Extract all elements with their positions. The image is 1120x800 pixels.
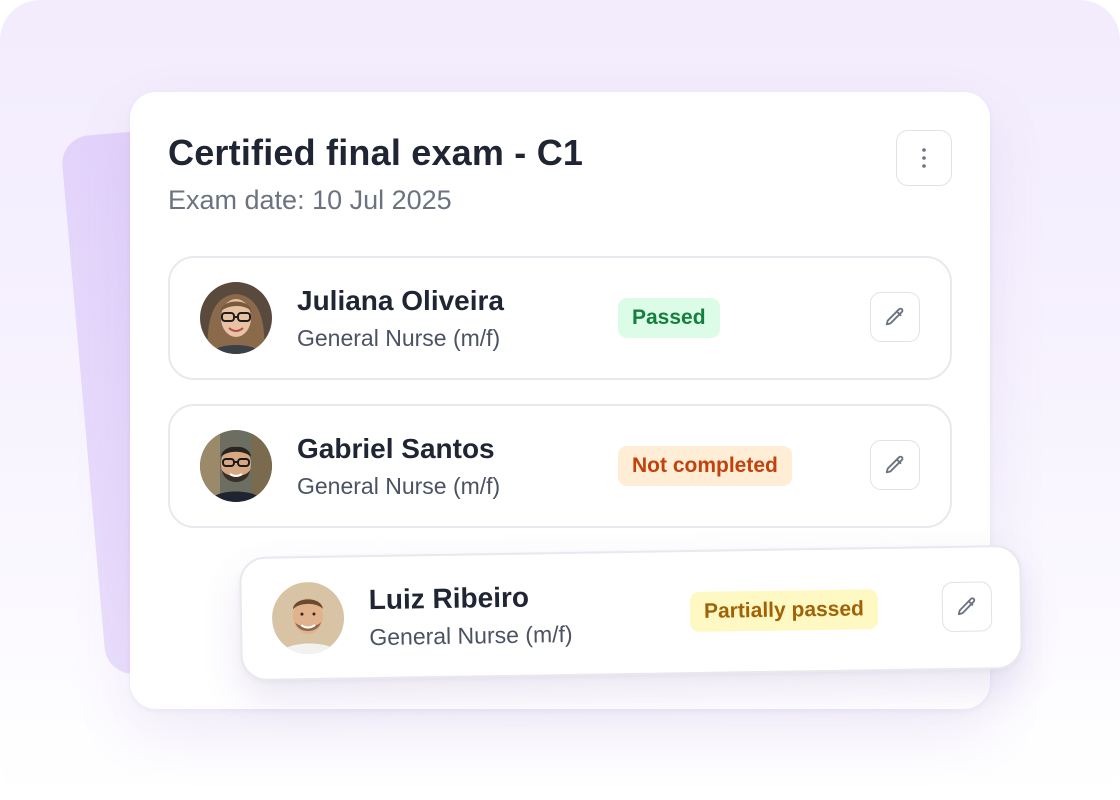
candidate-row-floating[interactable]: Luiz Ribeiro General Nurse (m/f) Partial…: [239, 544, 1023, 682]
candidate-name: Juliana Oliveira: [297, 285, 504, 316]
edit-button[interactable]: [870, 292, 920, 342]
avatar: [200, 430, 272, 502]
candidate-name: Gabriel Santos: [297, 433, 495, 464]
status-badge: Passed: [618, 298, 720, 338]
candidate-role: General Nurse (m/f): [297, 473, 501, 499]
candidate-role: General Nurse (m/f): [297, 325, 501, 351]
edit-button[interactable]: [870, 440, 920, 490]
edit-button[interactable]: [941, 581, 993, 633]
exam-title: Certified final exam - C1: [168, 132, 584, 173]
candidate-role: General Nurse (m/f): [369, 620, 573, 651]
avatar: [200, 282, 272, 354]
avatar: [271, 581, 345, 655]
pencil-icon: [885, 307, 904, 326]
candidate-row[interactable]: Gabriel Santos General Nurse (m/f) Not c…: [168, 404, 952, 528]
exam-date: Exam date: 10 Jul 2025: [168, 185, 452, 215]
more-vertical-icon: [922, 148, 926, 168]
pencil-icon: [957, 597, 976, 616]
more-options-button[interactable]: [896, 130, 952, 186]
candidate-name: Luiz Ribeiro: [368, 581, 530, 616]
pencil-icon: [885, 455, 904, 474]
status-badge: Partially passed: [689, 589, 879, 633]
status-badge: Not completed: [618, 446, 792, 486]
candidate-row[interactable]: Juliana Oliveira General Nurse (m/f) Pas…: [168, 256, 952, 380]
